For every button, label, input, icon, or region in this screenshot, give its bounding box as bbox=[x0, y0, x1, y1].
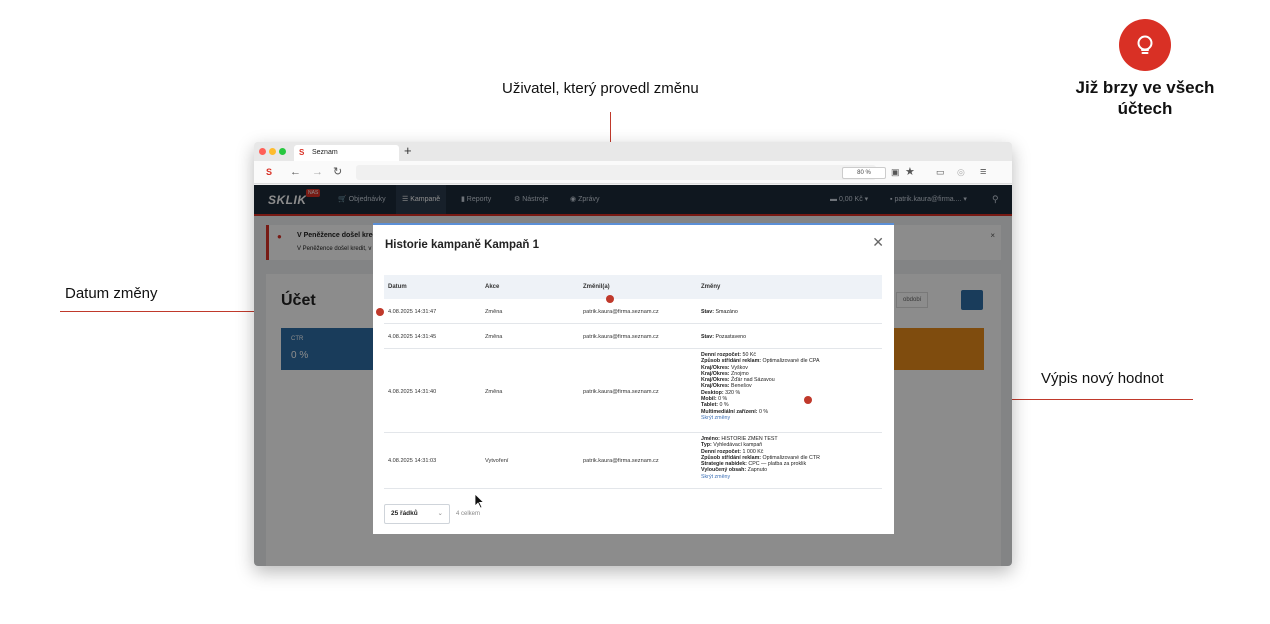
total-count: 4 celkem bbox=[456, 511, 481, 517]
reader-icon[interactable]: ▣ bbox=[891, 165, 900, 179]
page-size-value: 25 řádků bbox=[391, 510, 418, 517]
address-bar[interactable] bbox=[356, 165, 876, 180]
hide-changes-link[interactable]: Skrýt změny bbox=[701, 474, 820, 480]
table-row: 4.08.2025 14:31:40 Změna patrik.kaura@fi… bbox=[384, 349, 882, 433]
coming-soon-label: Již brzy ve všech účtech bbox=[1075, 78, 1215, 118]
seznam-favicon-icon: S bbox=[299, 148, 305, 157]
page-size-select[interactable]: 25 řádků ⌄ bbox=[384, 504, 450, 524]
row-changes: Jméno: HISTORIE ZMEN TEST Typ: Vyhledáva… bbox=[701, 436, 820, 480]
zoom-value: 80 % bbox=[857, 170, 871, 176]
row-action: Změna bbox=[485, 309, 503, 315]
minimize-window-dot[interactable] bbox=[269, 148, 276, 155]
table-row: 4.08.2025 14:31:45 Změna patrik.kaura@fi… bbox=[384, 324, 882, 349]
annotation-user-dot bbox=[606, 295, 614, 303]
row-user: patrik.kaura@firma.seznam.cz bbox=[583, 458, 659, 464]
row-action: Změna bbox=[485, 334, 503, 340]
browser-tab[interactable]: S Seznam bbox=[294, 145, 399, 161]
tab-title: Seznam bbox=[312, 149, 338, 156]
campaign-history-modal: Historie kampaně Kampaň 1 ✕ Datum Akce Z… bbox=[373, 223, 894, 534]
table-row: 4.08.2025 14:31:47 Změna patrik.kaura@fi… bbox=[384, 299, 882, 324]
row-user: patrik.kaura@firma.seznam.cz bbox=[583, 389, 659, 395]
close-window-dot[interactable] bbox=[259, 148, 266, 155]
close-icon[interactable]: ✕ bbox=[872, 235, 884, 249]
row-date: 4.08.2025 14:31:45 bbox=[388, 334, 437, 340]
row-changes: Denní rozpočet: 50 Kč Způsob střídání re… bbox=[701, 352, 820, 421]
new-tab-icon[interactable]: + bbox=[404, 144, 412, 158]
modal-title: Historie kampaně Kampaň 1 bbox=[385, 239, 540, 251]
seznam-logo-icon[interactable]: S bbox=[266, 165, 272, 179]
lightbulb-icon bbox=[1119, 19, 1171, 71]
row-date: 4.08.2025 14:31:40 bbox=[388, 389, 437, 395]
row-action: Vytvoření bbox=[485, 458, 509, 464]
row-date: 4.08.2025 14:31:03 bbox=[388, 458, 437, 464]
forward-icon[interactable]: → bbox=[312, 165, 323, 179]
tab-bar: S Seznam + bbox=[254, 142, 1012, 161]
column-changes[interactable]: Změny bbox=[701, 275, 720, 299]
row-user: patrik.kaura@firma.seznam.cz bbox=[583, 309, 659, 315]
column-user[interactable]: Změnil(a) bbox=[583, 275, 610, 299]
table-row: 4.08.2025 14:31:03 Vytvoření patrik.kaur… bbox=[384, 433, 882, 489]
row-changes: Stav: Smazáno bbox=[701, 309, 738, 315]
chevron-down-icon: ⌄ bbox=[437, 510, 443, 517]
mouse-cursor-icon bbox=[474, 493, 485, 509]
annotation-values-dot bbox=[804, 396, 812, 404]
zoom-control[interactable]: 80 % bbox=[842, 167, 886, 179]
bookmark-star-icon[interactable]: ★ bbox=[905, 165, 915, 179]
extensions-icon[interactable]: ◎ bbox=[957, 165, 965, 179]
menu-icon[interactable]: ≡ bbox=[980, 165, 986, 179]
sidebar-icon[interactable]: ▭ bbox=[936, 165, 945, 179]
annotation-user: Uživatel, který provedl změnu bbox=[502, 80, 699, 97]
back-icon[interactable]: ← bbox=[290, 165, 301, 179]
annotation-date-dot bbox=[376, 308, 384, 316]
browser-toolbar: S ← → ↻ 80 % ▣ ★ ▭ ◎ ≡ bbox=[254, 161, 1012, 184]
reload-icon[interactable]: ↻ bbox=[333, 165, 342, 179]
table-header: Datum Akce Změnil(a) Změny bbox=[384, 275, 882, 299]
column-date[interactable]: Datum bbox=[388, 275, 407, 299]
maximize-window-dot[interactable] bbox=[279, 148, 286, 155]
annotation-date: Datum změny bbox=[65, 285, 158, 302]
row-date: 4.08.2025 14:31:47 bbox=[388, 309, 437, 315]
hide-changes-link[interactable]: Skrýt změny bbox=[701, 415, 820, 421]
row-changes: Stav: Pozastaveno bbox=[701, 334, 747, 340]
column-action[interactable]: Akce bbox=[485, 275, 499, 299]
row-user: patrik.kaura@firma.seznam.cz bbox=[583, 334, 659, 340]
annotation-values: Výpis nový hodnot bbox=[1041, 370, 1164, 387]
row-action: Změna bbox=[485, 389, 503, 395]
